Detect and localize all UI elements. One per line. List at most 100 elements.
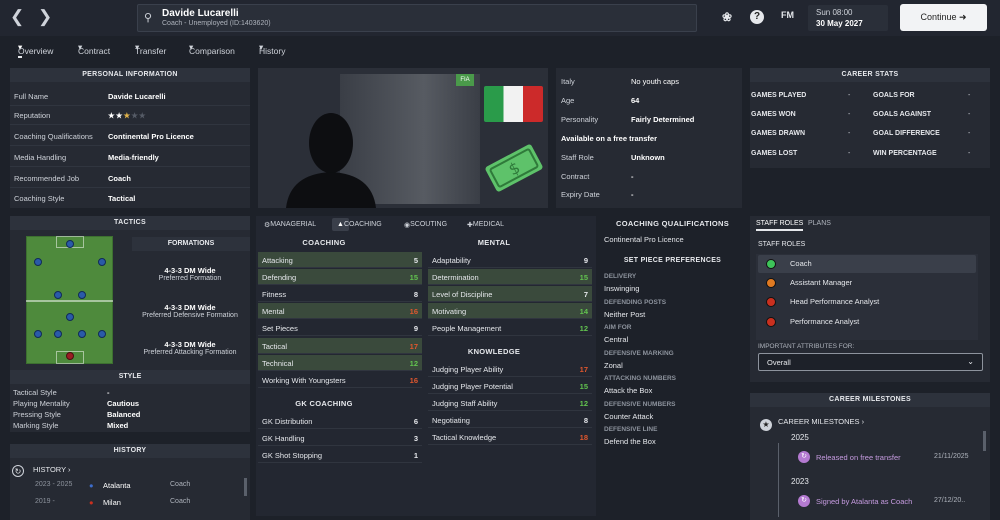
- tab-medical[interactable]: ✚ MEDICAL: [467, 221, 504, 229]
- expiry-key: Expiry Date: [561, 190, 600, 199]
- back-icon[interactable]: ❮: [10, 8, 24, 26]
- attribute-value: 5: [413, 256, 418, 265]
- career-milestones-link[interactable]: CAREER MILESTONES ›: [778, 417, 864, 426]
- continue-button[interactable]: Continue ➜: [900, 4, 987, 31]
- attribute-row[interactable]: Defending 15: [258, 269, 422, 286]
- attribute-row[interactable]: Tactical Knowledge 18: [428, 429, 592, 446]
- history-scrollbar[interactable]: [244, 478, 247, 496]
- role-suitability-icon: [766, 316, 776, 327]
- tab-comparison[interactable]: Comparison ▾: [189, 42, 235, 56]
- attribute-row[interactable]: Determination 15: [428, 269, 592, 286]
- milestone-icon: ↻: [798, 495, 810, 507]
- attribute-row[interactable]: Set Pieces 9: [258, 320, 422, 337]
- style-key: Pressing Style: [13, 410, 61, 419]
- info-value: Tactical: [108, 194, 136, 203]
- career-stats-title: CAREER STATS: [750, 68, 990, 82]
- milestone-text[interactable]: Signed by Atalanta as Coach: [816, 497, 912, 506]
- forward-icon[interactable]: ❯: [38, 8, 52, 26]
- set-piece-key: DEFENSIVE NUMBERS: [604, 400, 676, 408]
- tab-staff-roles[interactable]: STAFF ROLES: [756, 220, 804, 231]
- help-icon[interactable]: ?: [750, 10, 764, 24]
- tab-contract[interactable]: Contract ▾: [78, 42, 110, 56]
- coaching-title: COACHING: [302, 238, 346, 247]
- career-stat-key: GAMES PLAYED: [751, 92, 807, 99]
- attribute-value: 12: [579, 399, 588, 409]
- tab-plans[interactable]: PLANS: [808, 220, 831, 227]
- milestone-year: 2025: [791, 433, 809, 442]
- attribute-value: 15: [579, 273, 588, 283]
- player-dot: [34, 258, 42, 266]
- person-name: Davide Lucarelli: [162, 8, 239, 19]
- info-row-recommended-job: Recommended Job Coach: [10, 169, 250, 188]
- attribute-name: Tactical: [262, 341, 288, 351]
- attribute-row[interactable]: GK Shot Stopping 1: [258, 447, 422, 464]
- person-header[interactable]: ⚲ Davide Lucarelli Coach - Unemployed (I…: [137, 4, 697, 32]
- history-panel: HISTORY ↻ HISTORY › 2023 - 2025 ● Atalanta…: [10, 444, 250, 520]
- attribute-value: 1: [413, 451, 418, 461]
- tab-coaching[interactable]: ▲ COACHING: [332, 218, 382, 231]
- history-years: 2023 - 2025: [35, 481, 73, 488]
- history-club: Milan: [103, 498, 121, 507]
- tab-transfer[interactable]: Transfer ▾: [135, 42, 166, 56]
- history-role: Coach: [170, 498, 191, 505]
- milestone-icon: ↻: [798, 451, 810, 463]
- attribute-row[interactable]: Adaptability 9: [428, 252, 592, 268]
- reputation-stars: ★★★★★: [108, 111, 147, 120]
- attribute-row[interactable]: Attacking 5: [258, 252, 422, 268]
- attribute-row[interactable]: Technical 12: [258, 354, 422, 371]
- attribute-name: Technical: [262, 358, 294, 368]
- profile-details-panel: Italy No youth caps Age 64 Personality Fair…: [556, 68, 742, 208]
- career-milestones-panel: CAREER MILESTONES ★ CAREER MILESTONES › …: [750, 393, 990, 520]
- milestones-scrollbar[interactable]: [983, 431, 986, 451]
- info-value: Coach: [108, 174, 131, 183]
- tab-scouting[interactable]: ◉ SCOUTING: [404, 221, 447, 229]
- bug-report-icon[interactable]: ❀: [722, 10, 732, 24]
- person-silhouette-icon: [286, 113, 376, 208]
- staff-role-item[interactable]: Head Performance Analyst: [758, 293, 976, 311]
- staff-role-item[interactable]: Assistant Manager: [758, 274, 976, 292]
- attribute-row[interactable]: Judging Player Potential 15: [428, 378, 592, 395]
- tab-overview[interactable]: Overview ▾: [18, 42, 53, 58]
- info-row-qualifications: Coaching Qualifications Continental Pro L…: [10, 127, 250, 146]
- attribute-row[interactable]: Judging Player Ability 17: [428, 361, 592, 377]
- attribute-row[interactable]: People Management 12: [428, 320, 592, 337]
- career-stat-key: GAMES WON: [751, 111, 796, 119]
- attribute-row[interactable]: Tactical 17: [258, 337, 422, 354]
- chevron-down-icon: ⌄: [967, 357, 974, 366]
- game-date: Sun 08:00 30 May 2027: [808, 5, 888, 31]
- info-value: Continental Pro Licence: [108, 132, 194, 141]
- attribute-row[interactable]: Motivating 14: [428, 303, 592, 320]
- attribute-row[interactable]: Negotiating 8: [428, 412, 592, 429]
- tab-managerial[interactable]: ⚙ MANAGERIAL: [264, 221, 316, 229]
- attribute-row[interactable]: GK Distribution 6: [258, 413, 422, 429]
- style-title: STYLE: [10, 370, 250, 384]
- staff-role-item[interactable]: Performance Analyst: [758, 313, 976, 331]
- profile-picture-panel: FIA $: [258, 68, 548, 208]
- important-attributes-select[interactable]: Overall ⌄: [758, 353, 983, 371]
- attribute-value: 9: [583, 256, 588, 265]
- age-value: 64: [631, 96, 640, 105]
- staff-role-item[interactable]: Coach: [758, 255, 976, 273]
- tab-history[interactable]: History ▾: [259, 42, 285, 56]
- history-club: Atalanta: [103, 481, 131, 490]
- attribute-name: Mental: [262, 307, 285, 317]
- attribute-name: Level of Discipline: [432, 290, 493, 300]
- career-milestones-title: CAREER MILESTONES: [750, 393, 990, 407]
- game-time: Sun 08:00: [816, 8, 853, 17]
- attribute-row[interactable]: Judging Staff Ability 12: [428, 395, 592, 412]
- career-stat-value: -: [968, 130, 971, 138]
- fm-menu-icon[interactable]: FM: [781, 10, 794, 20]
- set-piece-value: Defend the Box: [604, 437, 656, 446]
- attribute-row[interactable]: Level of Discipline 7: [428, 286, 592, 303]
- attribute-row[interactable]: Fitness 8: [258, 286, 422, 303]
- search-icon: ⚲: [144, 12, 153, 24]
- player-dot: [34, 330, 42, 338]
- player-dot: [98, 330, 106, 338]
- info-row-media-handling: Media Handling Media-friendly: [10, 148, 250, 167]
- attribute-row[interactable]: GK Handling 3: [258, 430, 422, 447]
- attribute-row[interactable]: Mental 16: [258, 303, 422, 320]
- style-value: -: [107, 388, 110, 397]
- milestone-text[interactable]: Released on free transfer: [816, 453, 901, 462]
- history-link[interactable]: HISTORY ›: [33, 465, 71, 474]
- attribute-row[interactable]: Working With Youngsters 16: [258, 372, 422, 388]
